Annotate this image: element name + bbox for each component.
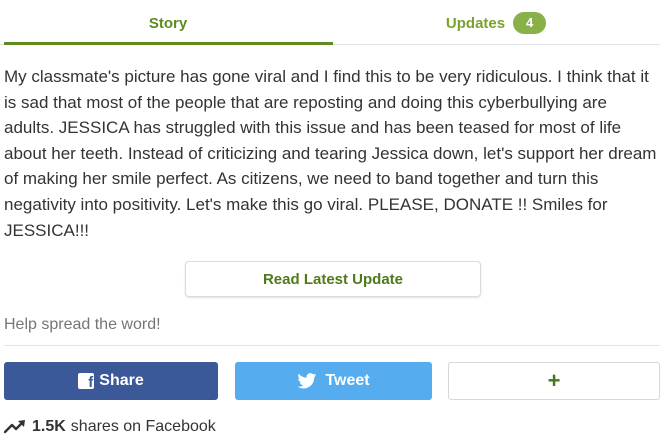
facebook-icon: f <box>78 373 95 391</box>
twitter-tweet-label: Tweet <box>325 372 370 389</box>
trending-up-icon <box>4 420 25 434</box>
section-divider <box>4 345 660 346</box>
tab-updates[interactable]: Updates 4 <box>332 0 660 46</box>
active-tab-indicator <box>4 42 333 45</box>
more-share-options-button[interactable]: + <box>448 362 660 400</box>
read-latest-update-label: Read Latest Update <box>262 270 404 288</box>
share-count-value: 1.5K <box>32 418 66 435</box>
spread-the-word-label: Help spread the word! <box>4 316 161 333</box>
tab-bar: Story Updates 4 <box>0 0 660 46</box>
tab-updates-label: Updates <box>445 14 506 32</box>
read-latest-update-button[interactable]: Read Latest Update <box>185 261 481 297</box>
facebook-share-button[interactable]: f Share <box>4 362 218 400</box>
updates-count-badge: 4 <box>513 12 547 34</box>
facebook-share-label: Share <box>99 372 144 389</box>
share-buttons: f Share Tweet + <box>4 362 660 400</box>
tab-story-label: Story <box>148 14 188 32</box>
share-count-label: shares on Facebook <box>70 418 216 435</box>
tab-story[interactable]: Story <box>4 0 332 46</box>
twitter-tweet-button[interactable]: Tweet <box>235 362 432 400</box>
story-text: My classmate's picture has gone viral an… <box>4 67 657 240</box>
facebook-share-count: 1.5K shares on Facebook <box>4 418 216 436</box>
plus-icon: + <box>547 368 561 393</box>
twitter-icon <box>297 373 317 389</box>
